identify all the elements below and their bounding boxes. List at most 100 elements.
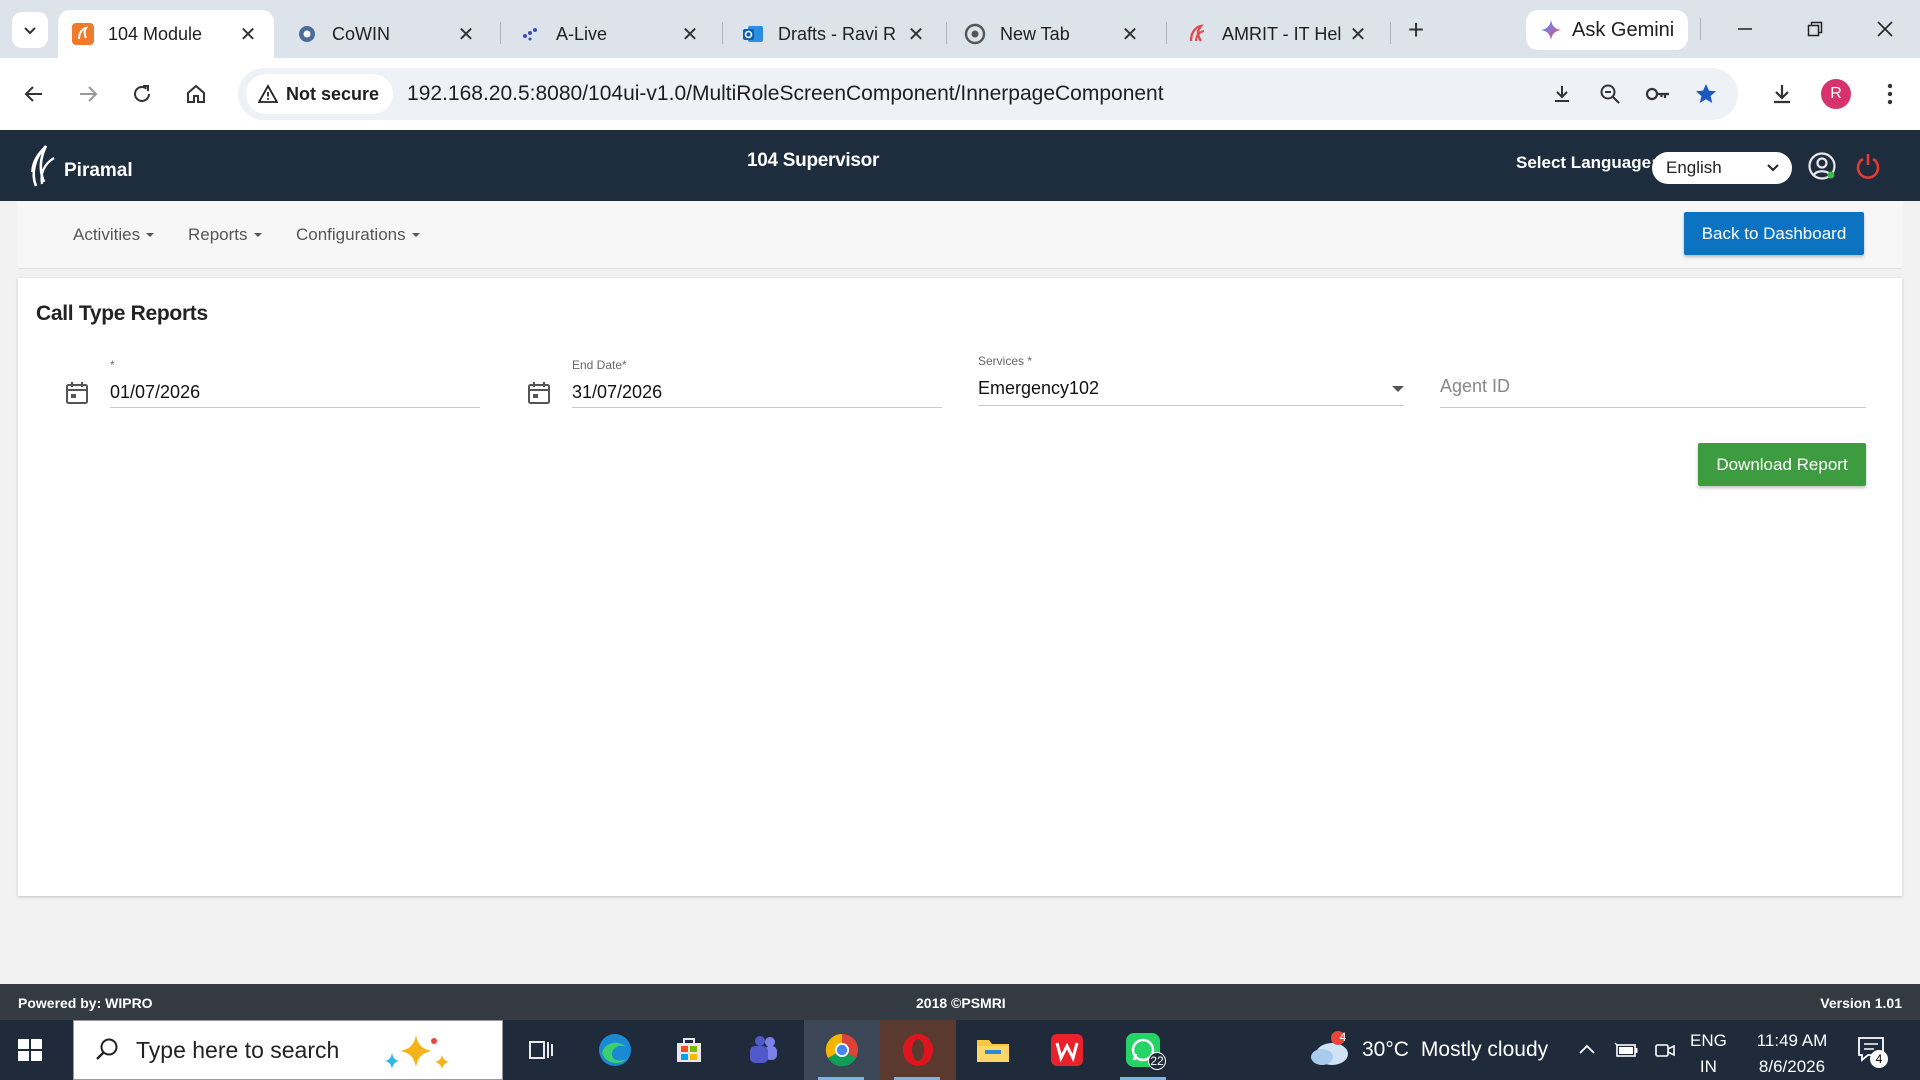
tab-104-module[interactable]: 104 Module ✕	[58, 10, 274, 58]
windows-start-icon[interactable]	[14, 1034, 46, 1066]
close-icon[interactable]: ✕	[1348, 24, 1368, 46]
arrow-left-icon	[24, 86, 42, 102]
agent-id-input[interactable]: Agent ID	[1440, 354, 1866, 408]
forward-button[interactable]	[70, 76, 106, 112]
close-icon[interactable]: ✕	[906, 24, 926, 46]
user-profile-button[interactable]	[1806, 150, 1838, 182]
close-icon[interactable]: ✕	[1120, 24, 1140, 46]
services-select[interactable]: Services * Emergency102	[978, 354, 1404, 406]
download-icon	[1555, 86, 1569, 102]
tab-amrit-it-help[interactable]: AMRIT - IT Hel ✕	[1172, 10, 1384, 58]
minimize-button[interactable]	[1710, 0, 1780, 58]
clock-time: 11:49 AM	[1756, 1031, 1828, 1050]
address-bar[interactable]: Not secure 192.168.20.5:8080/104ui-v1.0/…	[238, 68, 1738, 120]
taskbar-search-box[interactable]: Type here to search	[73, 1020, 503, 1080]
taskbar-file-explorer[interactable]	[956, 1020, 1030, 1080]
ask-gemini-button[interactable]: Ask Gemini	[1526, 10, 1688, 50]
menu-reports[interactable]: Reports	[188, 225, 262, 245]
window-close-button[interactable]	[1850, 0, 1920, 58]
home-button[interactable]	[178, 76, 214, 112]
tab-separator	[946, 22, 947, 44]
taskbar-edge[interactable]	[578, 1020, 652, 1080]
calendar-icon[interactable]	[64, 380, 90, 406]
close-icon	[1877, 21, 1893, 37]
taskbar-wps[interactable]	[1030, 1020, 1104, 1080]
close-icon[interactable]: ✕	[456, 24, 476, 46]
input-language-indicator[interactable]: ENG IN	[1690, 1028, 1727, 1080]
taskbar-opera[interactable]	[880, 1020, 956, 1080]
close-icon[interactable]: ✕	[238, 24, 258, 46]
back-button[interactable]	[16, 76, 52, 112]
end-date-field[interactable]: End Date* 31/07/2026	[572, 358, 942, 408]
chevron-up-icon[interactable]	[1578, 1041, 1596, 1059]
browser-tab-strip: 104 Module ✕ CoWIN ✕ A-Live ✕ Drafts - R…	[0, 0, 1920, 58]
restore-icon	[1807, 21, 1823, 37]
language-select[interactable]: English	[1652, 152, 1792, 184]
taskbar-whatsapp[interactable]: 22	[1106, 1020, 1180, 1080]
download-icon	[1774, 85, 1790, 104]
language-label: Select Language:	[1516, 153, 1657, 172]
task-view-button[interactable]	[504, 1020, 578, 1080]
tab-label: New Tab	[1000, 23, 1070, 44]
tab-cowin[interactable]: CoWIN ✕	[282, 10, 492, 58]
passwords-button[interactable]	[1640, 76, 1676, 112]
kebab-menu-icon	[1887, 83, 1893, 105]
taskbar-teams[interactable]	[726, 1020, 800, 1080]
battery-icon[interactable]	[1614, 1041, 1640, 1059]
close-icon[interactable]: ✕	[680, 24, 700, 46]
tab-label: 104 Module	[108, 23, 203, 44]
menu-configurations[interactable]: Configurations	[296, 225, 420, 245]
field-underline	[1440, 407, 1866, 408]
site-security-chip[interactable]: Not secure	[246, 74, 394, 114]
tab-separator	[500, 22, 501, 44]
calendar-icon[interactable]	[526, 380, 552, 406]
caret-down-icon	[411, 233, 420, 237]
gemini-sparkle-icon	[1541, 20, 1561, 40]
start-date-label: *	[110, 358, 115, 372]
taskbar-clock[interactable]: 11:49 AM 8/6/2026	[1750, 1028, 1834, 1080]
browser-menu-button[interactable]	[1870, 74, 1910, 114]
logout-button[interactable]	[1852, 150, 1884, 182]
field-underline	[572, 407, 942, 408]
profile-button[interactable]: R	[1816, 74, 1856, 114]
bookmark-button[interactable]	[1688, 76, 1724, 112]
start-date-field[interactable]: * 01/07/2026	[110, 358, 480, 408]
end-date-value: 31/07/2026	[572, 382, 663, 402]
end-date-label: End Date*	[572, 358, 627, 372]
whatsapp-badge: 22	[1148, 1052, 1166, 1070]
download-report-button[interactable]: Download Report	[1698, 443, 1866, 486]
reload-button[interactable]	[124, 76, 160, 112]
store-icon	[677, 1038, 701, 1062]
tab-search-button[interactable]	[12, 12, 48, 48]
tab-label: A-Live	[556, 23, 608, 44]
lang-line2: IN	[1699, 1057, 1717, 1076]
chrome-favicon-icon	[964, 23, 986, 45]
menu-activities[interactable]: Activities	[73, 225, 155, 245]
zoom-button[interactable]	[1592, 76, 1628, 112]
taskbar-chrome[interactable]	[804, 1020, 880, 1080]
piramal-favicon-icon	[72, 23, 94, 45]
clock-date: 8/6/2026	[1758, 1057, 1826, 1076]
brand-logo: Piramal	[28, 142, 133, 188]
tab-drafts-outlook[interactable]: Drafts - Ravi R ✕	[728, 10, 942, 58]
downloads-button[interactable]	[1762, 74, 1802, 114]
tab-a-live[interactable]: A-Live ✕	[506, 10, 716, 58]
new-tab-button[interactable]: +	[1400, 14, 1432, 46]
brand-name: Piramal	[64, 160, 133, 181]
weather-widget[interactable]: 4 30°C Mostly cloudy	[1308, 1020, 1548, 1080]
chevron-down-icon	[1767, 164, 1779, 172]
plus-icon: +	[1407, 14, 1425, 45]
amrit-favicon-icon	[1186, 23, 1208, 45]
main-menu-bar: Activities Reports Configurations Back t…	[18, 201, 1902, 269]
install-app-button[interactable]	[1544, 76, 1580, 112]
chrome-icon	[825, 1033, 858, 1067]
notification-center-button[interactable]: 4	[1856, 1034, 1888, 1069]
back-to-dashboard-button[interactable]: Back to Dashboard	[1684, 212, 1864, 255]
tab-new-tab[interactable]: New Tab ✕	[950, 10, 1156, 58]
window-controls	[1710, 0, 1920, 58]
restore-button[interactable]	[1780, 0, 1850, 58]
taskbar-store[interactable]	[652, 1020, 726, 1080]
url-text[interactable]: 192.168.20.5:8080/104ui-v1.0/MultiRoleSc…	[407, 82, 1164, 106]
opera-icon	[903, 1034, 933, 1066]
meet-now-icon[interactable]	[1654, 1040, 1676, 1060]
